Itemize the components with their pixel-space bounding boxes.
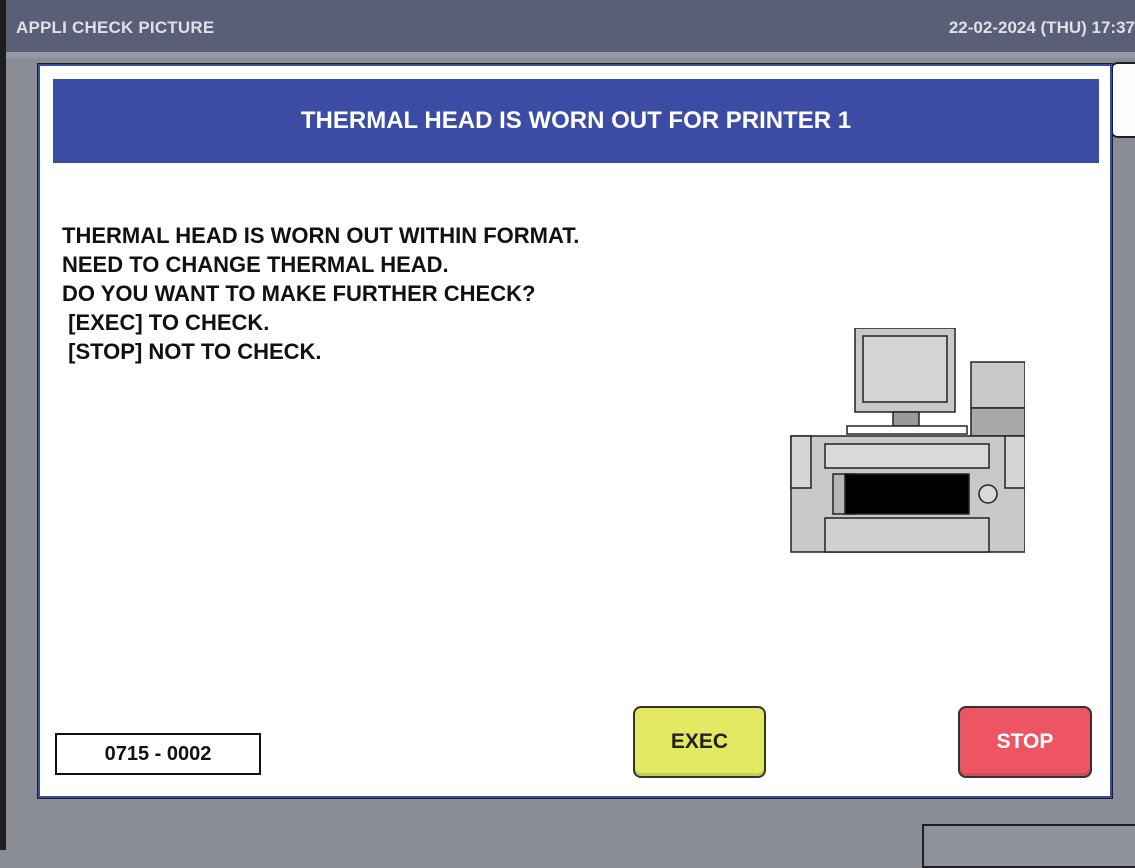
error-code-box: 0715 - 0002 (55, 733, 261, 775)
dialog-title: THERMAL HEAD IS WORN OUT FOR PRINTER 1 (53, 79, 1099, 163)
title-separator (6, 52, 1135, 58)
message-line: DO YOU WANT TO MAKE FURTHER CHECK? (62, 281, 536, 306)
printer-icon (790, 328, 1025, 553)
app-title: APPLI CHECK PICTURE (16, 18, 215, 37)
stop-button[interactable]: STOP (958, 706, 1092, 778)
title-bar: APPLI CHECK PICTURE 22-02-2024 (THU) 17:… (6, 0, 1135, 52)
alert-dialog: THERMAL HEAD IS WORN OUT FOR PRINTER 1 T… (37, 63, 1113, 799)
message-line: NEED TO CHANGE THERMAL HEAD. (62, 252, 449, 277)
message-line: THERMAL HEAD IS WORN OUT WITHIN FORMAT. (62, 223, 580, 248)
datetime-display: 22-02-2024 (THU) 17:37 (948, 18, 1135, 37)
left-edge (0, 0, 6, 850)
message-line: [EXEC] TO CHECK. (62, 310, 270, 335)
dialog-message: THERMAL HEAD IS WORN OUT WITHIN FORMAT. … (62, 221, 579, 366)
exec-button[interactable]: EXEC (633, 706, 766, 778)
background-bottom-right-button[interactable] (922, 824, 1135, 868)
background-top-right-button[interactable] (1110, 62, 1135, 138)
message-line: [STOP] NOT TO CHECK. (62, 339, 322, 364)
